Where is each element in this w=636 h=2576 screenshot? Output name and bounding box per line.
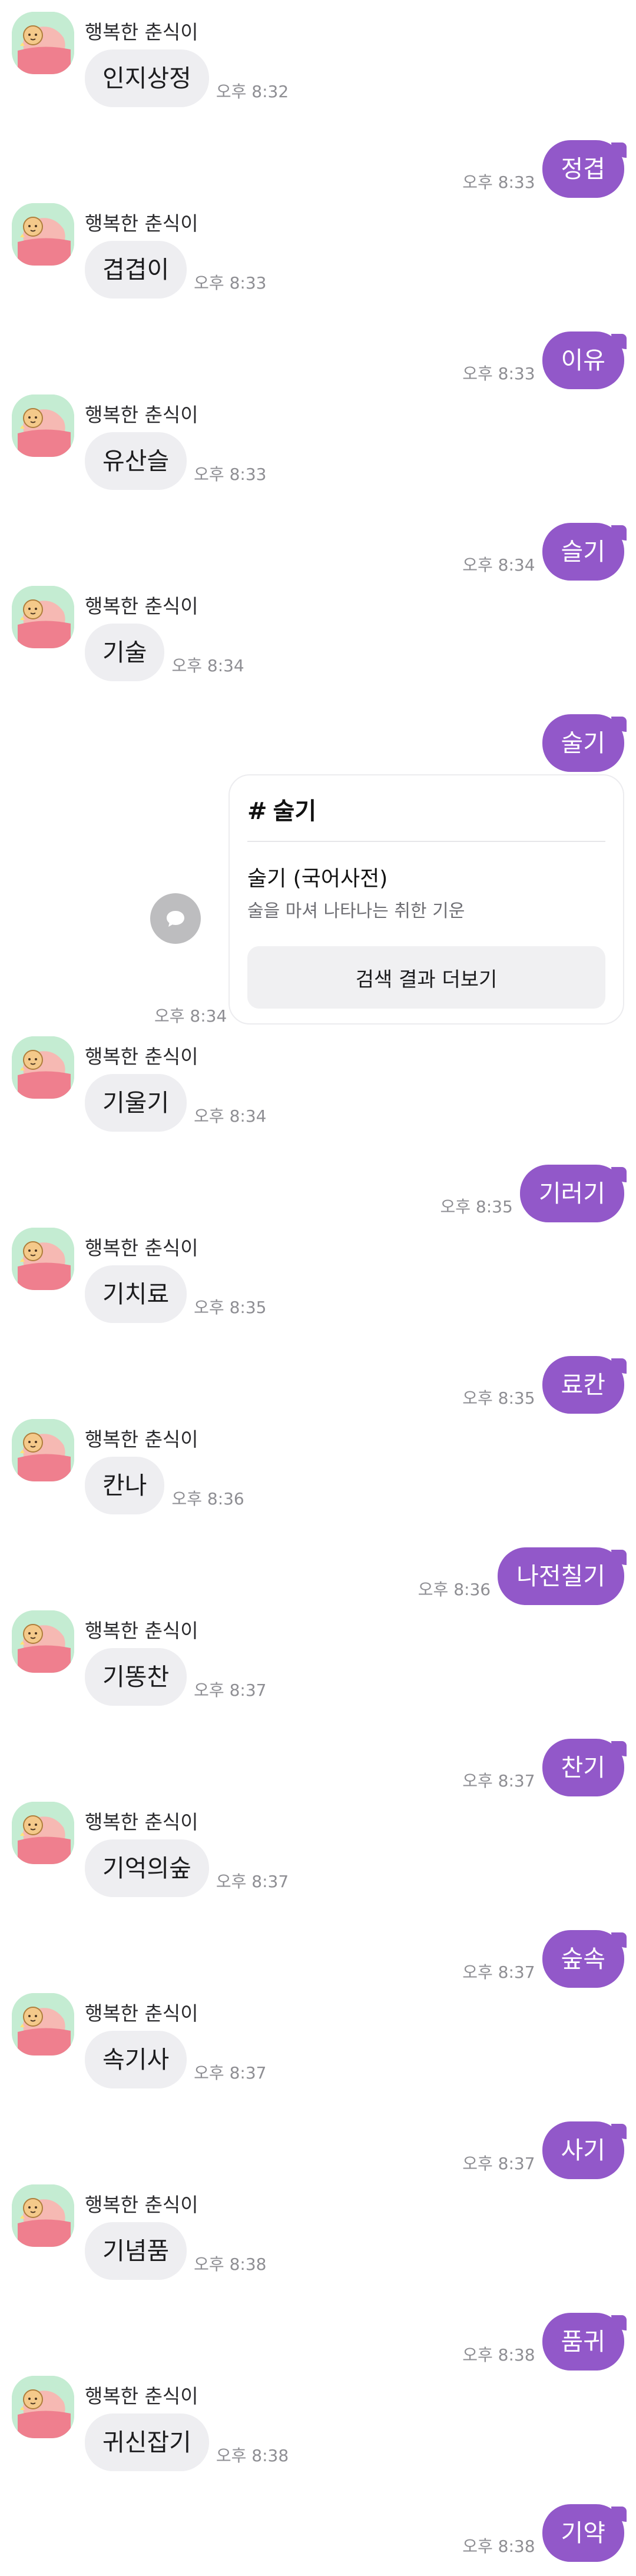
choonsik-character-icon xyxy=(12,1036,74,1099)
choonsik-character-icon xyxy=(12,1419,74,1481)
avatar[interactable] xyxy=(12,1993,74,2056)
card-keyword: 술기 xyxy=(273,798,317,825)
share-button[interactable] xyxy=(150,893,201,944)
message-bubble[interactable]: 슬기 xyxy=(542,523,627,581)
message-time: 오후 8:33 xyxy=(194,465,267,484)
sender-name: 행복한 춘식이 xyxy=(85,1811,198,1834)
message-time: 오후 8:33 xyxy=(462,364,535,383)
divider xyxy=(247,841,605,842)
choonsik-character-icon xyxy=(12,2184,74,2247)
choonsik-character-icon xyxy=(12,1802,74,1864)
avatar[interactable] xyxy=(12,394,74,457)
message-bubble[interactable]: 기똥찬 xyxy=(85,1648,187,1706)
sender-name: 행복한 춘식이 xyxy=(85,21,198,44)
more-results-button[interactable]: 검색 결과 더보기 xyxy=(247,946,605,1009)
avatar[interactable] xyxy=(12,1419,74,1481)
choonsik-character-icon xyxy=(12,1610,74,1673)
avatar[interactable] xyxy=(12,1228,74,1290)
avatar[interactable] xyxy=(12,2184,74,2247)
message-time: 오후 8:38 xyxy=(194,2255,267,2274)
message-bubble[interactable]: 이유 xyxy=(542,331,627,389)
choonsik-character-icon xyxy=(12,203,74,266)
choonsik-character-icon xyxy=(12,1993,74,2056)
message-bubble[interactable]: 찬기 xyxy=(542,1739,627,1796)
message-bubble[interactable]: 기억의숲 xyxy=(85,1839,209,1897)
sender-name: 행복한 춘식이 xyxy=(85,212,198,235)
avatar[interactable] xyxy=(12,586,74,648)
choonsik-character-icon xyxy=(12,2376,74,2438)
speech-bubble-icon xyxy=(167,911,184,927)
message-bubble[interactable]: 기념품 xyxy=(85,2222,187,2280)
message-time: 오후 8:35 xyxy=(194,1298,267,1317)
message-time: 오후 8:33 xyxy=(194,273,267,293)
avatar[interactable] xyxy=(12,1802,74,1864)
message-time: 오후 8:37 xyxy=(194,1680,267,1700)
sender-name: 행복한 춘식이 xyxy=(85,1236,198,1259)
sender-name: 행복한 춘식이 xyxy=(85,595,198,618)
message-bubble[interactable]: 사기 xyxy=(542,2121,627,2179)
message-time: 오후 8:35 xyxy=(462,1388,535,1408)
message-bubble[interactable]: 귀신잡기 xyxy=(85,2413,209,2471)
choonsik-character-icon xyxy=(12,394,74,457)
card-description: 술을 마셔 나타나는 취한 기운 xyxy=(247,901,465,921)
message-time: 오후 8:34 xyxy=(194,1106,267,1126)
message-time: 오후 8:38 xyxy=(462,2345,535,2365)
message-time: 오후 8:33 xyxy=(462,173,535,192)
avatar[interactable] xyxy=(12,2376,74,2438)
message-bubble[interactable]: 기치료 xyxy=(85,1265,187,1323)
sender-name: 행복한 춘식이 xyxy=(85,1428,198,1451)
message-bubble[interactable]: 숲속 xyxy=(542,1930,627,1988)
sender-name: 행복한 춘식이 xyxy=(85,403,198,426)
message-bubble[interactable]: 술기 xyxy=(542,714,627,772)
message-bubble[interactable]: 속기사 xyxy=(85,2031,187,2088)
message-bubble[interactable]: 기약 xyxy=(542,2504,627,2562)
avatar[interactable] xyxy=(12,1036,74,1099)
message-bubble[interactable]: 기울기 xyxy=(85,1074,187,1132)
sender-name: 행복한 춘식이 xyxy=(85,1045,198,1068)
message-bubble[interactable]: 겹겹이 xyxy=(85,241,187,299)
search-card[interactable]: # 술기 술기 (국어사전) 술을 마셔 나타나는 취한 기운 검색 결과 더보기 xyxy=(228,774,624,1025)
message-time: 오후 8:34 xyxy=(171,656,244,675)
sender-name: 행복한 춘식이 xyxy=(85,2385,198,2408)
avatar[interactable] xyxy=(12,203,74,266)
card-heading: # 술기 xyxy=(247,792,316,826)
sender-name: 행복한 춘식이 xyxy=(85,1619,198,1642)
message-time: 오후 8:37 xyxy=(462,1771,535,1791)
message-time: 오후 8:35 xyxy=(440,1197,513,1216)
choonsik-character-icon xyxy=(12,12,74,74)
message-time: 오후 8:34 xyxy=(154,1006,227,1026)
choonsik-character-icon xyxy=(12,1228,74,1290)
message-time: 오후 8:38 xyxy=(462,2537,535,2556)
sender-name: 행복한 춘식이 xyxy=(85,2193,198,2216)
message-bubble[interactable]: 기러기 xyxy=(519,1165,627,1222)
sender-name: 행복한 춘식이 xyxy=(85,2002,198,2025)
message-bubble[interactable]: 품귀 xyxy=(542,2313,627,2371)
message-time: 오후 8:34 xyxy=(462,555,535,575)
message-time: 오후 8:36 xyxy=(418,1580,491,1599)
card-title: 술기 (국어사전) xyxy=(247,867,388,891)
message-time: 오후 8:32 xyxy=(216,82,289,101)
message-time: 오후 8:37 xyxy=(216,1872,289,1891)
hash-icon: # xyxy=(247,798,267,825)
message-time: 오후 8:37 xyxy=(194,2063,267,2083)
message-time: 오후 8:38 xyxy=(216,2446,289,2465)
message-bubble[interactable]: 나전칠기 xyxy=(498,1547,627,1605)
message-bubble[interactable]: 인지상정 xyxy=(85,49,209,107)
message-bubble[interactable]: 료칸 xyxy=(542,1356,627,1414)
message-time: 오후 8:36 xyxy=(171,1489,244,1509)
message-bubble[interactable]: 정겹 xyxy=(542,140,627,198)
avatar[interactable] xyxy=(12,12,74,74)
message-time: 오후 8:37 xyxy=(462,1962,535,1982)
message-bubble[interactable]: 유산슬 xyxy=(85,432,187,490)
message-bubble[interactable]: 기술 xyxy=(85,624,165,681)
avatar[interactable] xyxy=(12,1610,74,1673)
message-time: 오후 8:37 xyxy=(462,2154,535,2173)
message-bubble[interactable]: 칸나 xyxy=(85,1457,165,1514)
choonsik-character-icon xyxy=(12,586,74,648)
